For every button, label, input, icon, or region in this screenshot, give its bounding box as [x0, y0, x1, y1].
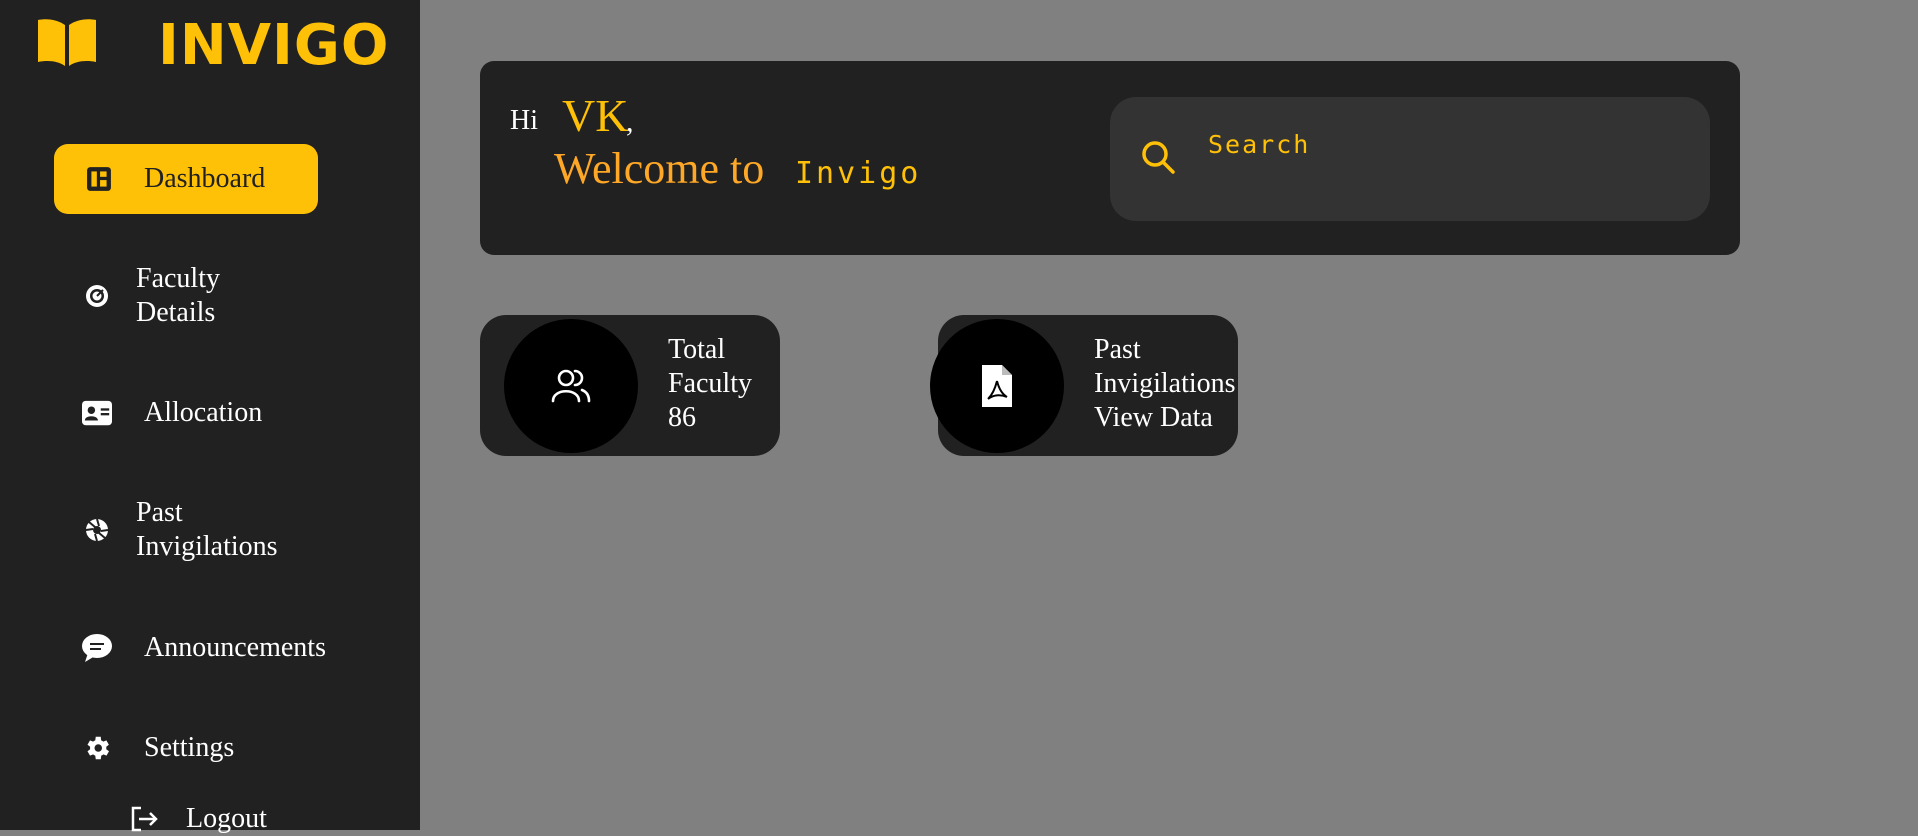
view-data-link[interactable]: View Data: [1094, 402, 1213, 433]
card-icon-circle: [930, 319, 1064, 453]
sidebar-item-label: Past Invigilations: [136, 496, 278, 564]
sidebar-item-label-line: Invigilations: [136, 531, 278, 562]
greeting: Hi: [510, 105, 538, 136]
gauge-icon: [82, 281, 112, 311]
card-title-line: Faculty: [668, 368, 752, 399]
card-text: Total Faculty 86: [668, 333, 752, 435]
sidebar-item-dashboard[interactable]: Dashboard: [54, 144, 318, 214]
search-icon[interactable]: [1140, 139, 1176, 175]
username: VK: [562, 90, 629, 141]
chat-bubble-icon: [82, 633, 112, 663]
sidebar-item-faculty-details[interactable]: Faculty Details: [82, 262, 220, 330]
greeting-comma: ,: [626, 105, 634, 138]
search-box[interactable]: [1110, 97, 1710, 221]
sidebar-item-label: Faculty Details: [136, 262, 220, 330]
sidebar-item-label: Logout: [186, 803, 267, 834]
sidebar-item-label: Allocation: [144, 397, 263, 428]
users-icon: [551, 369, 591, 403]
aperture-icon: [82, 515, 112, 545]
id-card-icon: [82, 398, 112, 428]
pdf-file-icon: [982, 365, 1012, 407]
faculty-count: 86: [668, 402, 696, 433]
sidebar-item-label-line: Details: [136, 297, 216, 328]
card-title-line: Past: [1094, 334, 1141, 365]
card-icon-circle: [504, 319, 638, 453]
sidebar-item-label-line: Past: [136, 497, 183, 528]
card-text: Past Invigilations View Data: [1094, 333, 1236, 435]
sidebar-item-announcements[interactable]: Announcements: [82, 631, 326, 665]
sidebar-item-label: Dashboard: [144, 163, 266, 194]
sidebar-item-label: Announcements: [144, 632, 326, 663]
book-open-icon: [38, 19, 96, 66]
welcome-message: Welcome to: [554, 144, 765, 193]
gear-icon: [82, 733, 112, 763]
total-faculty-card[interactable]: Total Faculty 86: [480, 315, 780, 456]
welcome-app-name: Invigo: [795, 156, 922, 191]
brand-name: INVIGO: [158, 13, 390, 78]
search-input[interactable]: [1206, 121, 1690, 167]
sidebar-item-settings[interactable]: Settings: [82, 731, 234, 765]
past-invigilations-card[interactable]: Past Invigilations View Data: [930, 315, 1238, 456]
sidebar: INVIGO Dashboard Faculty Details Allocat…: [0, 0, 420, 834]
card-title-line: Total: [668, 334, 726, 365]
sidebar-item-logout[interactable]: Logout: [130, 802, 267, 836]
card-title-line: Invigilations: [1094, 368, 1236, 399]
sidebar-item-label: Settings: [144, 732, 235, 763]
welcome-panel: Hi VK , Welcome to Invigo: [480, 61, 1740, 255]
sidebar-item-allocation[interactable]: Allocation: [82, 396, 262, 430]
sidebar-item-past-invigilations[interactable]: Past Invigilations: [82, 496, 278, 564]
dashboard-icon: [84, 164, 114, 194]
sidebar-item-label-line: Faculty: [136, 263, 220, 294]
